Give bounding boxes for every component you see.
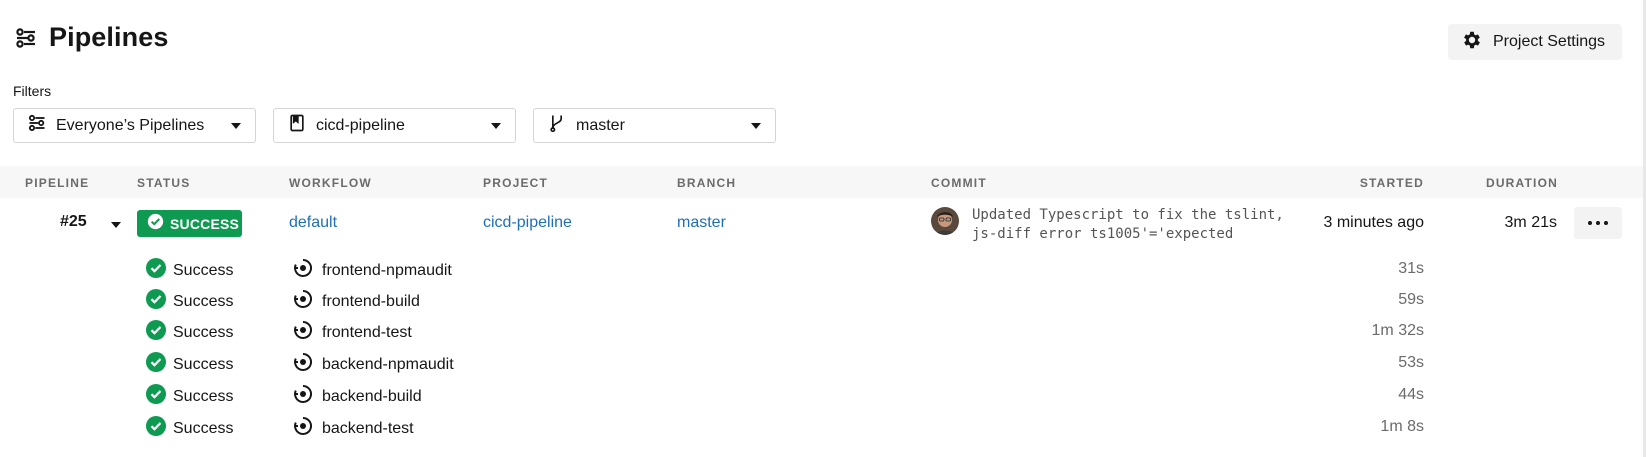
expand-chevron-icon[interactable]: [111, 222, 121, 228]
column-header-project: PROJECT: [483, 176, 549, 190]
pipeline-number[interactable]: #25: [60, 213, 87, 231]
job-duration: 1m 32s: [1371, 322, 1424, 339]
pipeline-row: #25 SUCCESS default cicd-pipeline master…: [0, 199, 1646, 247]
job-duration: 31s: [1398, 260, 1424, 277]
job-status: Success: [146, 320, 233, 345]
more-dot-icon: [1604, 221, 1608, 225]
page-title: Pipelines: [49, 22, 169, 52]
job-status: Success: [146, 416, 233, 441]
bookmark-icon: [287, 113, 307, 138]
job-name: frontend-npmaudit: [322, 261, 452, 279]
filter-branch-dropdown[interactable]: master: [533, 108, 776, 143]
check-circle-icon: [147, 213, 164, 235]
job-link[interactable]: backend-npmaudit: [293, 352, 454, 377]
chevron-down-icon: [231, 123, 241, 129]
filter-project-value: cicd-pipeline: [316, 116, 405, 134]
column-header-commit: COMMIT: [931, 176, 987, 190]
pipeline-duration: 3m 21s: [1504, 214, 1557, 231]
filter-branch-value: master: [576, 116, 625, 134]
job-row: Success frontend-npmaudit 31s: [0, 254, 1646, 284]
job-link[interactable]: backend-test: [293, 416, 414, 441]
job-status: Success: [146, 352, 233, 377]
job-link[interactable]: frontend-build: [293, 289, 420, 314]
job-name: backend-npmaudit: [322, 355, 454, 373]
project-settings-button[interactable]: Project Settings: [1448, 24, 1622, 60]
commit-message-line-1: Updated Typescript to fix the tslint,: [972, 207, 1284, 223]
job-row: Success backend-npmaudit 53s: [0, 348, 1646, 378]
more-dot-icon: [1596, 221, 1600, 225]
column-header-workflow: WORKFLOW: [289, 176, 372, 190]
job-duration: 53s: [1398, 354, 1424, 371]
job-status: Success: [146, 384, 233, 409]
column-header-pipeline: PIPELINE: [25, 176, 90, 190]
check-circle-icon: [146, 258, 166, 283]
column-header-started: STARTED: [1359, 176, 1424, 190]
job-row: Success backend-test 1m 8s: [0, 412, 1646, 442]
job-status-label: Success: [173, 419, 234, 437]
pipelines-icon: [14, 26, 38, 50]
more-actions-button[interactable]: [1574, 207, 1622, 239]
project-link[interactable]: cicd-pipeline: [483, 214, 572, 232]
pipelines-icon: [27, 113, 47, 138]
check-circle-icon: [146, 416, 166, 441]
job-link[interactable]: backend-build: [293, 384, 422, 409]
check-circle-icon: [146, 352, 166, 377]
gear-icon: [1461, 29, 1483, 56]
job-icon: [293, 416, 313, 441]
job-link[interactable]: frontend-npmaudit: [293, 258, 452, 283]
status-badge[interactable]: SUCCESS: [137, 210, 242, 237]
check-circle-icon: [146, 289, 166, 314]
job-duration: 44s: [1398, 386, 1424, 403]
job-status-label: Success: [173, 292, 234, 310]
job-duration: 59s: [1398, 291, 1424, 308]
filter-pipelines-dropdown[interactable]: Everyone’s Pipelines: [13, 108, 256, 143]
commit-message-line-2: js-diff error ts1005'='expected: [972, 226, 1234, 242]
table-header: PIPELINE STATUS WORKFLOW PROJECT BRANCH …: [0, 166, 1646, 198]
status-badge-label: SUCCESS: [170, 215, 240, 232]
job-icon: [293, 352, 313, 377]
more-dot-icon: [1588, 221, 1592, 225]
job-status-label: Success: [173, 355, 234, 373]
workflow-link[interactable]: default: [289, 214, 337, 232]
job-name: frontend-test: [322, 323, 412, 341]
job-status-label: Success: [173, 261, 234, 279]
check-circle-icon: [146, 320, 166, 345]
column-header-duration: DURATION: [1485, 176, 1558, 190]
chevron-down-icon: [491, 123, 501, 129]
job-name: frontend-build: [322, 292, 420, 310]
job-duration: 1m 8s: [1380, 418, 1424, 435]
job-name: backend-test: [322, 419, 414, 437]
pipeline-started: 3 minutes ago: [1323, 214, 1424, 231]
job-status: Success: [146, 258, 233, 283]
job-status: Success: [146, 289, 233, 314]
filters-label: Filters: [13, 83, 52, 99]
column-header-status: STATUS: [137, 176, 191, 190]
job-row: Success backend-build 44s: [0, 380, 1646, 410]
commit-message[interactable]: Updated Typescript to fix the tslint, js…: [972, 206, 1292, 244]
branch-icon: [547, 113, 567, 138]
column-header-branch: BRANCH: [677, 176, 737, 190]
project-settings-label: Project Settings: [1493, 33, 1606, 50]
job-icon: [293, 289, 313, 314]
check-circle-icon: [146, 384, 166, 409]
filter-pipelines-value: Everyone’s Pipelines: [56, 116, 205, 134]
job-name: backend-build: [322, 387, 422, 405]
page-title-group: Pipelines: [14, 22, 168, 53]
job-link[interactable]: frontend-test: [293, 320, 412, 345]
avatar[interactable]: [931, 207, 959, 235]
job-icon: [293, 320, 313, 345]
job-status-label: Success: [173, 387, 234, 405]
job-icon: [293, 258, 313, 283]
job-status-label: Success: [173, 323, 234, 341]
job-icon: [293, 384, 313, 409]
filter-project-dropdown[interactable]: cicd-pipeline: [273, 108, 516, 143]
job-row: Success frontend-build 59s: [0, 285, 1646, 315]
chevron-down-icon: [751, 123, 761, 129]
page-header: Pipelines Project Settings: [0, 0, 1646, 80]
branch-link[interactable]: master: [677, 214, 726, 232]
job-row: Success frontend-test 1m 32s: [0, 316, 1646, 346]
